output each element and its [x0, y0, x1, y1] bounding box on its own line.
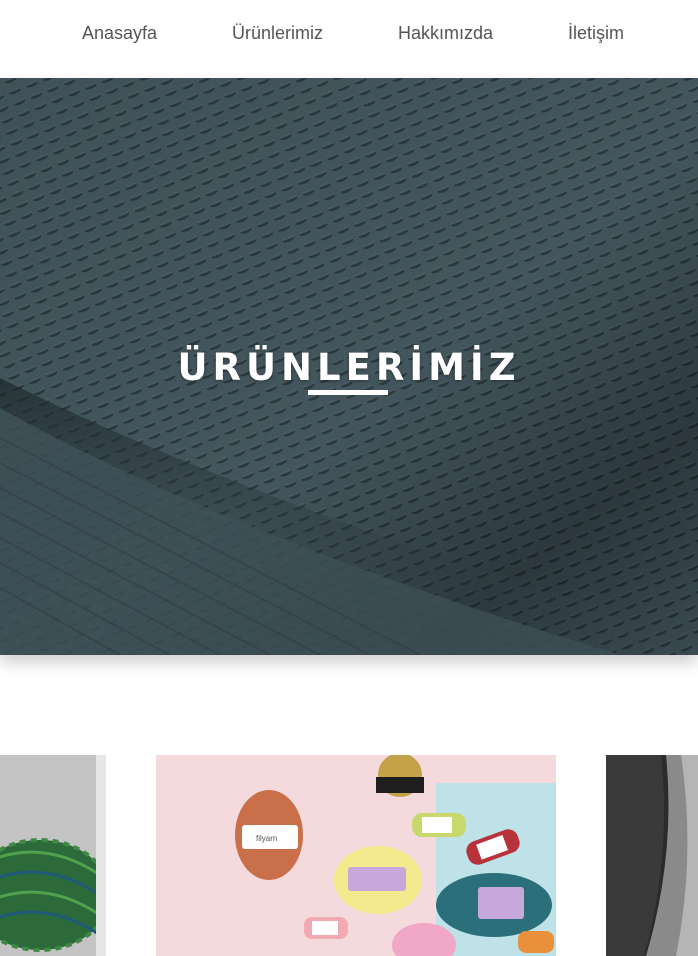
page-title: ÜRÜNLERİMİZ: [177, 346, 521, 389]
product-card-center[interactable]: filyarn: [156, 755, 556, 956]
product-card-left[interactable]: [0, 755, 106, 956]
nav-link-products[interactable]: Ürünlerimiz: [232, 23, 323, 44]
hero-banner: ÜRÜNLERİMİZ: [0, 78, 698, 655]
filyarn-yarn-balls-image: filyarn: [156, 755, 556, 956]
svg-text:filyarn: filyarn: [256, 834, 277, 843]
green-yarn-cone-image: [0, 755, 106, 956]
nav-link-home[interactable]: Anasayfa: [82, 23, 157, 44]
nav-link-contact[interactable]: İletişim: [568, 23, 624, 44]
title-underline: [308, 390, 388, 395]
grey-fabric-image: [606, 755, 698, 956]
top-navigation: Anasayfa Ürünlerimiz Hakkımızda İletişim: [0, 0, 698, 78]
nav-link-about[interactable]: Hakkımızda: [398, 23, 493, 44]
product-card-right[interactable]: [606, 755, 698, 956]
